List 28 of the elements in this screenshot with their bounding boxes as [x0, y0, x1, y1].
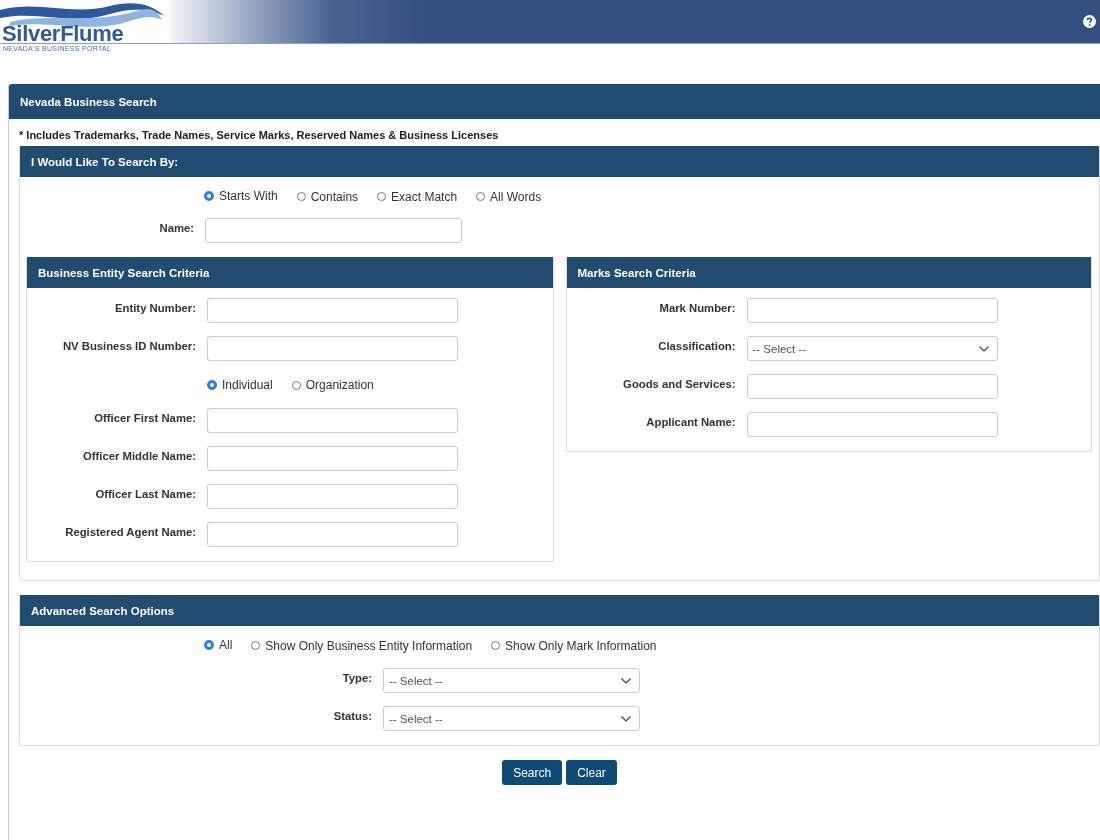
field-label: Entity Number: — [114, 301, 196, 314]
radio-option[interactable]: All — [204, 638, 233, 652]
radio-option[interactable]: All Words — [476, 189, 542, 204]
field-label: Officer First Name: — [93, 411, 196, 424]
field-label: Goods and Services: — [622, 377, 736, 390]
field-label: Officer Last Name: — [94, 487, 196, 500]
text-field[interactable] — [205, 218, 462, 243]
panel-header: I Would Like To Search By: — [20, 146, 1099, 177]
radio-option[interactable]: Individual — [207, 377, 273, 392]
field-label: Name: — [158, 221, 194, 234]
field-label: Status: — [332, 709, 372, 722]
field-label: Type: — [341, 671, 372, 684]
note-text: * Includes Trademarks, Trade Names, Service Marks, Reserved Names & Business Licenses — [18, 128, 500, 143]
field-label: Mark Number: — [658, 301, 736, 314]
field-label: Registered Agent Name: — [64, 525, 196, 538]
radio-option[interactable]: Starts With — [204, 189, 278, 203]
radio-option[interactable]: Show Only Mark Information — [491, 638, 657, 653]
radio-option[interactable]: Exact Match — [377, 189, 458, 204]
help-icon[interactable] — [1083, 15, 1096, 28]
radio-option[interactable]: Contains — [296, 189, 359, 204]
field-label: Classification: — [657, 339, 736, 352]
panel-header: Nevada Business Search — [9, 84, 1100, 119]
radio-option[interactable]: Show Only Business Entity Information — [251, 638, 473, 653]
field-label: Officer Middle Name: — [82, 449, 196, 462]
field-label: Applicant Name: — [645, 415, 736, 428]
logo-title: SilverFlume — [2, 23, 124, 45]
field-label: NV Business ID Number: — [61, 339, 196, 352]
radio-option[interactable]: Organization — [291, 378, 374, 392]
